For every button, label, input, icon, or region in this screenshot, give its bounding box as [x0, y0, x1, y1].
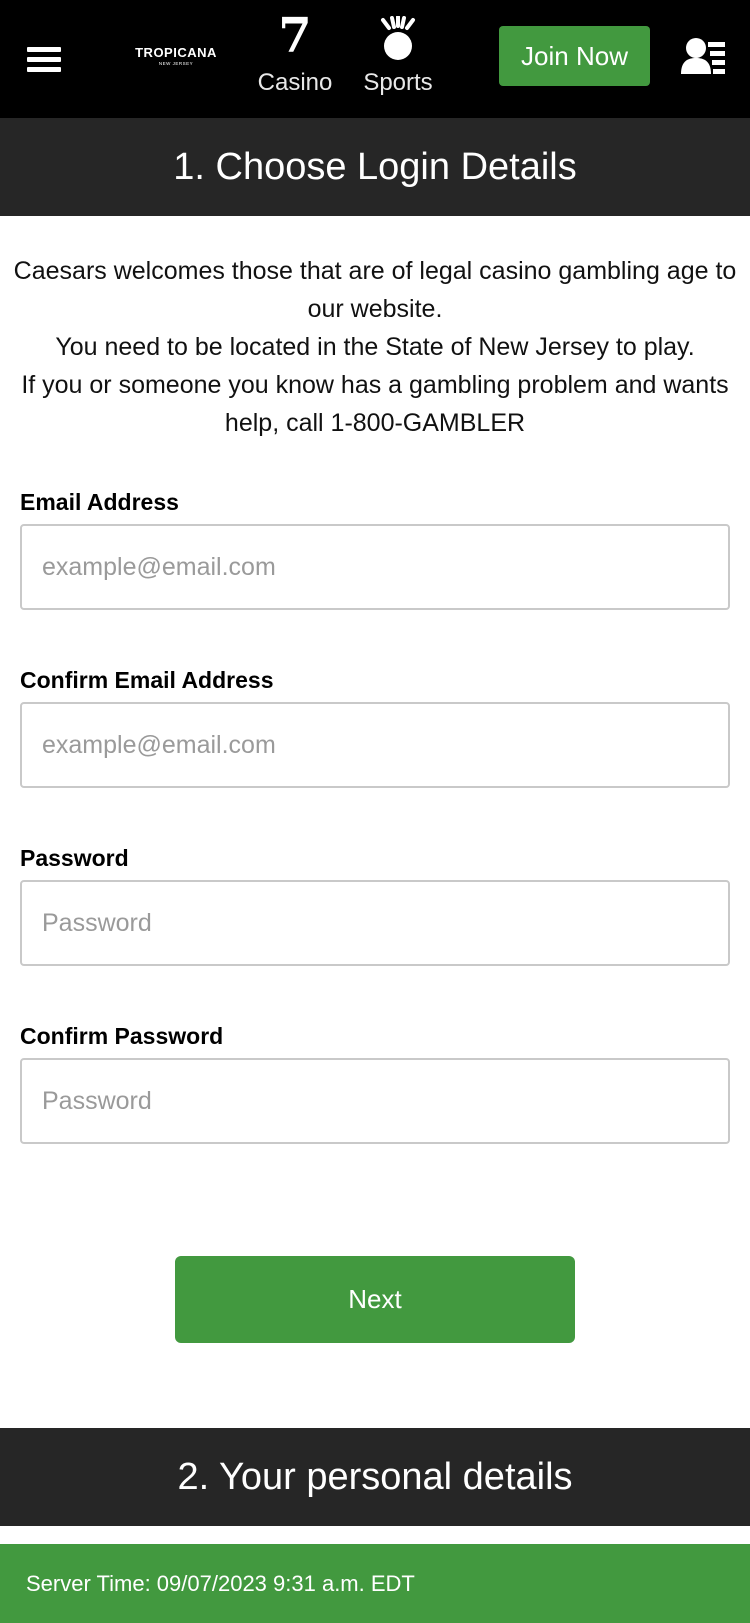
intro-line-age: Caesars welcomes those that are of legal…: [13, 257, 737, 323]
intro-line-location: You need to be located in the State of N…: [55, 333, 695, 361]
next-button[interactable]: Next: [175, 1256, 575, 1343]
nav-casino-label: Casino: [257, 69, 333, 96]
hamburger-line: [27, 57, 61, 62]
email-field[interactable]: [20, 524, 730, 610]
confirm-email-field[interactable]: [20, 702, 730, 788]
logo-text: TROPICANA: [135, 45, 217, 60]
email-label: Email Address: [20, 489, 179, 515]
confirm-email-label: Confirm Email Address: [20, 667, 274, 693]
join-now-button[interactable]: Join Now: [499, 26, 650, 86]
tropicana-logo[interactable]: TROPICANA NEW JERSEY: [128, 46, 224, 78]
intro-notice: Caesars welcomes those that are of legal…: [0, 252, 750, 442]
confirm-password-label: Confirm Password: [20, 1023, 224, 1049]
top-nav-bar: TROPICANA NEW JERSEY 7 Casino Sports Joi…: [0, 0, 750, 118]
logo-subtext: NEW JERSEY: [158, 61, 194, 66]
step-1-header: 1. Choose Login Details: [0, 118, 750, 216]
nav-sports-label: Sports: [363, 69, 433, 96]
nav-casino-link[interactable]: 7 Casino: [252, 10, 338, 100]
nav-sports-link[interactable]: Sports: [355, 10, 441, 100]
hamburger-line: [27, 47, 61, 52]
step-2-header[interactable]: 2. Your personal details: [0, 1428, 750, 1526]
hamburger-line: [27, 67, 61, 72]
server-time-bar: Server Time: 09/07/2023 9:31 a.m. EDT: [0, 1544, 750, 1623]
account-icon[interactable]: [680, 36, 726, 76]
password-label: Password: [20, 845, 129, 871]
hamburger-menu-icon[interactable]: [27, 44, 61, 74]
password-field[interactable]: [20, 880, 730, 966]
seven-icon: 7: [278, 8, 312, 64]
confirm-password-field[interactable]: [20, 1058, 730, 1144]
intro-line-help: If you or someone you know has a gamblin…: [21, 371, 729, 437]
trophy-icon: [381, 16, 415, 60]
